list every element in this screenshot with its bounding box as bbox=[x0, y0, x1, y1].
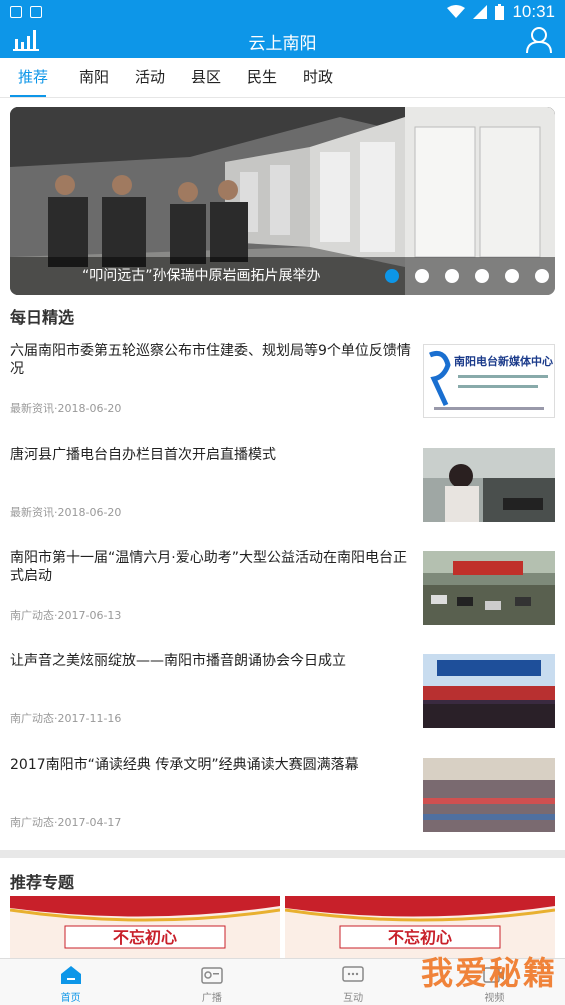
carousel-dot[interactable] bbox=[445, 269, 459, 283]
news-meta: 最新资讯·2018-06-20 bbox=[10, 402, 122, 415]
section-separator bbox=[0, 850, 565, 858]
tab-livelihood[interactable]: 民生 bbox=[234, 58, 290, 97]
news-item[interactable]: 让声音之美炫丽绽放——南阳市播音朗诵协会今日成立 南广动态·2017-11-16 bbox=[10, 652, 555, 732]
app-title: 云上南阳 bbox=[248, 33, 317, 54]
wifi-icon bbox=[447, 5, 466, 18]
topic-card[interactable]: 不忘初心 bbox=[10, 896, 280, 958]
watermark: 我爱秘籍 bbox=[420, 954, 557, 992]
news-thumbnail: 南阳电台新媒体中心 bbox=[423, 344, 555, 418]
news-thumbnail bbox=[423, 448, 555, 522]
tab-counties[interactable]: 县区 bbox=[178, 58, 234, 97]
carousel-dot[interactable] bbox=[385, 269, 399, 283]
category-tabs: 推荐 南阳 活动 县区 民生 时政 bbox=[0, 58, 565, 98]
tab-politics[interactable]: 时政 bbox=[290, 58, 346, 97]
status-bar: 10:31 bbox=[0, 0, 565, 24]
carousel-indicator bbox=[385, 269, 549, 283]
nav-interact-label: 互动 bbox=[343, 993, 364, 1004]
user-icon[interactable] bbox=[525, 26, 553, 54]
banner-carousel[interactable]: “叩问远古”孙保瑞中原岩画拓片展举办 bbox=[10, 107, 555, 295]
banner-caption: “叩问远古”孙保瑞中原岩画拓片展举办 bbox=[82, 268, 321, 284]
nav-home[interactable]: 首页 bbox=[0, 959, 141, 1005]
news-item[interactable]: 六届南阳市委第五轮巡察公布市住建委、规划局等9个单位反馈情况 最新资讯·2018… bbox=[10, 342, 555, 422]
topic-card-text: 不忘初心 bbox=[388, 928, 452, 947]
radio-icon bbox=[201, 967, 223, 984]
news-meta: 最新资讯·2018-06-20 bbox=[10, 506, 122, 519]
news-title: 2017南阳市“诵读经典 传承文明”经典诵读大赛圆满落幕 bbox=[10, 757, 359, 773]
news-thumbnail bbox=[423, 654, 555, 728]
tab-recommend[interactable]: 推荐 bbox=[10, 58, 56, 97]
app-bar: 云上南阳 bbox=[0, 24, 565, 58]
section-title-daily: 每日精选 bbox=[10, 308, 75, 327]
news-meta: 南广动态·2017-11-16 bbox=[10, 712, 122, 725]
carousel-dot[interactable] bbox=[535, 269, 549, 283]
signal-icon bbox=[473, 5, 488, 19]
home-icon bbox=[60, 966, 81, 984]
nav-home-label: 首页 bbox=[60, 993, 81, 1004]
news-title: 六届南阳市委第五轮巡察公布市住建委、规划局等9个单位反馈情况 bbox=[10, 343, 411, 377]
news-item[interactable]: 2017南阳市“诵读经典 传承文明”经典诵读大赛圆满落幕 南广动态·2017-0… bbox=[10, 756, 555, 836]
nav-radio[interactable]: 广播 bbox=[141, 959, 282, 1005]
shield-notification-icon bbox=[10, 6, 22, 18]
tab-events[interactable]: 活动 bbox=[122, 58, 178, 97]
clock: 10:31 bbox=[512, 2, 555, 21]
news-meta: 南广动态·2017-06-13 bbox=[10, 609, 122, 622]
chat-icon bbox=[342, 966, 364, 982]
signal-bars-icon[interactable] bbox=[12, 27, 40, 53]
carousel-dot[interactable] bbox=[415, 269, 429, 283]
app-notification-icon bbox=[30, 6, 42, 18]
nav-radio-label: 广播 bbox=[201, 993, 222, 1004]
battery-icon bbox=[495, 4, 505, 20]
news-title: 南阳市第十一届“温情六月·爱心助考”大型公益活动在南阳电台正式启动 bbox=[10, 550, 407, 584]
section-title-topics: 推荐专题 bbox=[10, 873, 75, 892]
banner-caption-bar: “叩问远古”孙保瑞中原岩画拓片展举办 bbox=[10, 257, 555, 295]
news-title: 唐河县广播电台自办栏目首次开启直播模式 bbox=[10, 447, 276, 463]
news-thumbnail bbox=[423, 551, 555, 625]
news-thumbnail bbox=[423, 758, 555, 832]
nav-interact[interactable]: 互动 bbox=[283, 959, 424, 1005]
carousel-dot[interactable] bbox=[475, 269, 489, 283]
news-item[interactable]: 南阳市第十一届“温情六月·爱心助考”大型公益活动在南阳电台正式启动 南广动态·2… bbox=[10, 549, 555, 629]
logo-text: 南阳电台新媒体中心 bbox=[454, 354, 553, 368]
tab-nanyang[interactable]: 南阳 bbox=[66, 58, 122, 97]
topic-card-text: 不忘初心 bbox=[113, 928, 177, 947]
news-item[interactable]: 唐河县广播电台自办栏目首次开启直播模式 最新资讯·2018-06-20 bbox=[10, 446, 555, 526]
news-meta: 南广动态·2017-04-17 bbox=[10, 816, 122, 829]
news-title: 让声音之美炫丽绽放——南阳市播音朗诵协会今日成立 bbox=[10, 653, 346, 669]
carousel-dot[interactable] bbox=[505, 269, 519, 283]
